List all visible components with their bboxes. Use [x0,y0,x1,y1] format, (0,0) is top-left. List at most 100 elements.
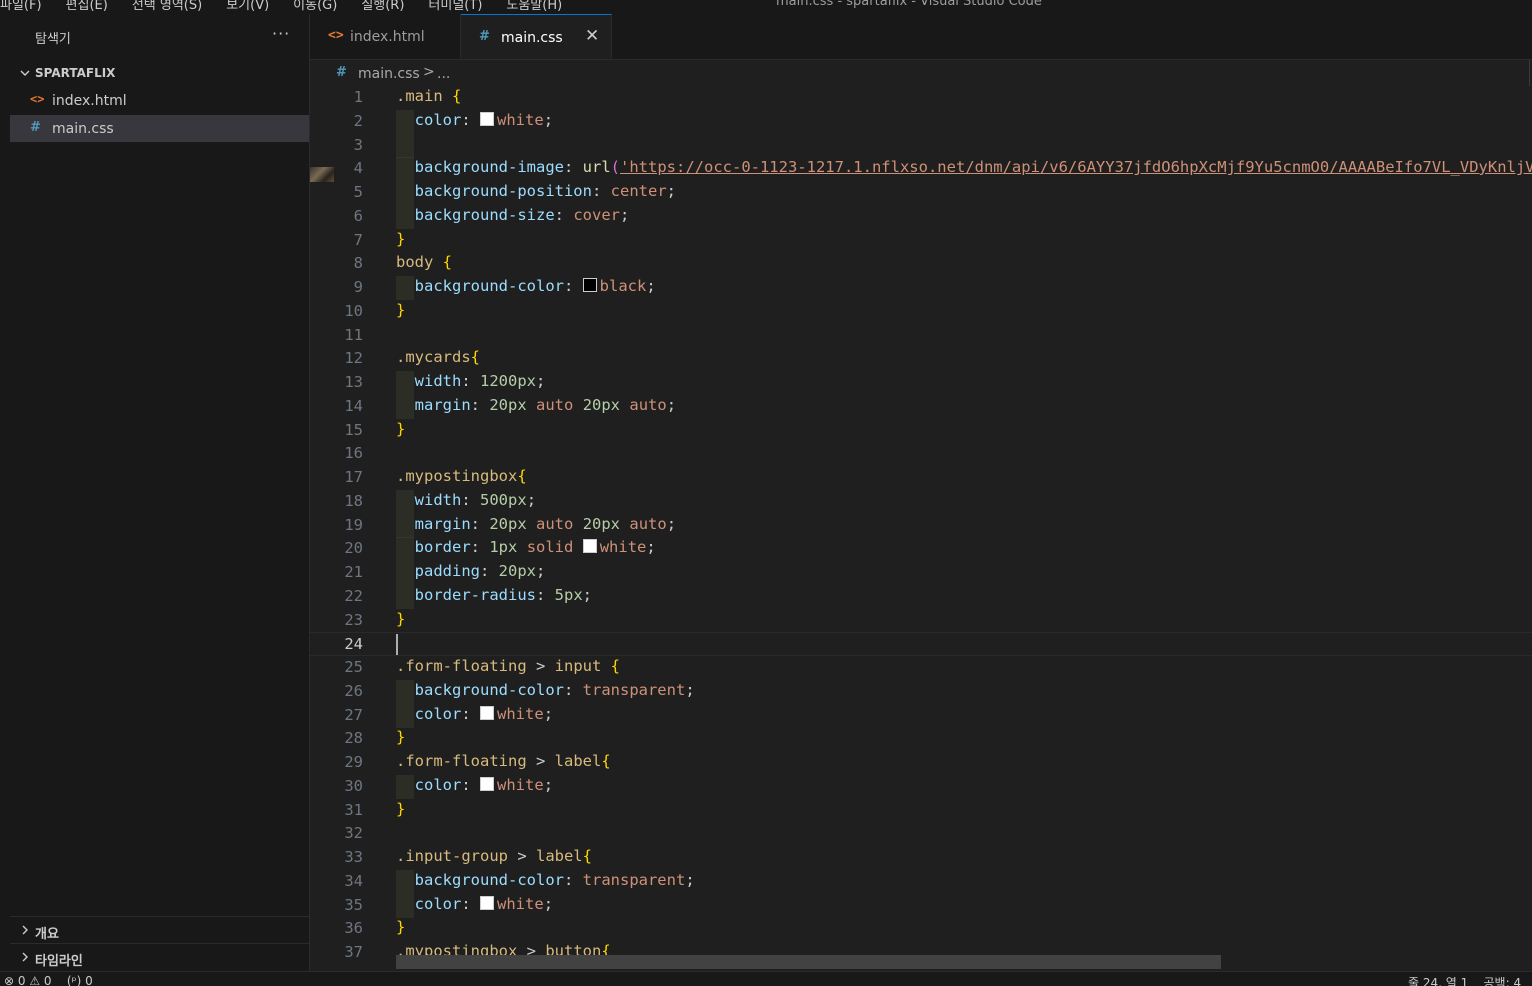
menu-selection[interactable]: 선택 영역(S) [132,0,202,13]
folder-section-header[interactable]: SPARTAFLIX [10,63,309,85]
problems-status[interactable]: ⊗ 0 ⚠ 0 (ᵖ) 0 [4,974,93,986]
colon-token: : [461,111,481,129]
indent-guide [396,134,414,158]
menu-edit[interactable]: 편집(E) [66,0,108,13]
folder-name: SPARTAFLIX [35,66,116,80]
combinator-token: > [526,752,555,770]
menu-go[interactable]: 이동(G) [293,0,337,13]
line-content: background-color: transparent; [396,871,695,889]
code-line: 7 } [310,229,1532,253]
semicolon-token: ; [646,277,656,295]
line-number: 33 [344,848,363,866]
tab-label: main.css [501,30,563,46]
line-number: 2 [353,112,363,130]
property-token: border-radius [414,586,536,604]
property-token: margin [414,515,471,533]
line-number: 23 [344,611,363,629]
color-swatch-icon[interactable] [480,706,495,720]
number-token: 5px [554,586,583,604]
code-line: 27 color: white; [310,704,1532,728]
line-content: } [396,301,405,319]
colon-token: : [563,158,583,176]
tab-index-html[interactable]: <> index.html [310,14,461,59]
menu-file[interactable]: 파일(F) [0,0,42,13]
outline-section-header[interactable]: 개요 [10,916,309,945]
color-swatch-icon[interactable] [480,777,495,791]
semicolon-token: ; [543,895,554,913]
menu-run[interactable]: 실행(R) [361,0,404,13]
property-token: margin [414,396,471,414]
file-item-main-css[interactable]: # main.css [10,115,309,142]
property-token: background-color [414,681,564,699]
explorer-title: 탐색기 [35,32,71,47]
line-number: 14 [344,397,363,415]
cursor-position-status[interactable]: 줄 24, 열 1 공백: 4 [1408,974,1521,986]
title-bar: 파일(F) 편집(E) 선택 영역(S) 보기(V) 이동(G) 실행(R) 터… [0,0,1532,14]
line-content: background-size: cover; [396,206,630,224]
breadcrumb: # main.css > ... [310,60,1532,86]
line-number: 19 [344,516,363,534]
code-line: 16 [310,442,1532,466]
line-number: 11 [344,326,363,344]
value-token: transparent [582,681,686,699]
code-line: 10 } [310,300,1532,324]
property-token: border [414,538,471,556]
more-actions-icon[interactable]: ··· [272,24,290,43]
menu-terminal[interactable]: 터미널(T) [428,0,482,13]
code-editor[interactable]: 1 .main { 2 color: white; 3 4 background… [310,86,1532,971]
line-content: .main { [396,87,461,105]
color-swatch-icon[interactable] [480,112,495,126]
semicolon-token: ; [543,111,554,129]
line-number: 31 [344,801,363,819]
colon-token: : [461,705,481,723]
line-content: color: white; [396,776,553,794]
property-token: background-size [414,206,555,224]
line-number: 36 [344,919,363,937]
color-swatch-icon[interactable] [480,896,495,910]
file-name: main.css [52,121,114,137]
selector-token: label [554,752,602,770]
explorer-sidebar: 탐색기 ··· SPARTAFLIX <> index.html # main.… [10,14,310,971]
code-line: 2 color: white; [310,110,1532,134]
code-line: 13 width: 1200px; [310,371,1532,395]
color-swatch-icon[interactable] [582,278,597,292]
tab-main-css[interactable]: # main.css ✕ [461,14,612,59]
breadcrumb-file[interactable]: main.css [358,66,420,82]
number-token: 1px [489,538,518,556]
line-content: } [396,610,405,628]
code-line: 17 .mypostingbox{ [310,466,1532,490]
menu-help[interactable]: 도움말(H) [506,0,562,13]
brace-token: } [396,301,406,319]
brace-token: } [396,230,406,248]
breadcrumb-separator: > [423,64,435,80]
line-content: .mypostingbox{ [396,467,527,485]
timeline-section-header[interactable]: 타임라인 [10,943,309,972]
line-number: 18 [344,492,363,510]
menu-view[interactable]: 보기(V) [226,0,269,13]
url-link[interactable]: 'https://occ-0-1123-1217.1.nflxso.net/dn… [620,158,1532,176]
brace-token: { [517,467,527,485]
file-item-index-html[interactable]: <> index.html [10,87,309,114]
code-line: 35 color: white; [310,894,1532,918]
color-swatch-icon[interactable] [582,539,597,553]
horizontal-scrollbar[interactable] [396,955,1221,969]
code-line: 23 } [310,609,1532,633]
breadcrumb-symbols[interactable]: ... [437,66,450,82]
code-line: 26 background-color: transparent; [310,680,1532,704]
colon-token: : [554,206,574,224]
line-content: color: white; [396,705,553,723]
line-number: 27 [344,706,363,724]
value-token: black [599,277,647,295]
property-token: color [414,895,462,913]
line-content: border: 1px solid white; [396,538,656,556]
brace-token: } [396,610,406,628]
colon-token: : [563,871,583,889]
property-token: background-position [414,182,592,200]
css-file-icon: # [30,120,41,135]
close-icon[interactable]: ✕ [585,26,599,46]
